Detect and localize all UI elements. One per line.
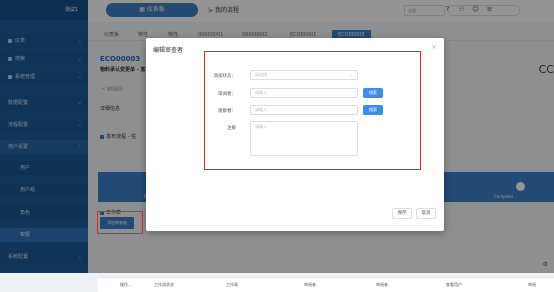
reviewer-search-button[interactable]: 搜索	[363, 88, 383, 98]
save-button[interactable]: 保存	[392, 208, 412, 219]
close-icon[interactable]: ×	[431, 43, 437, 51]
note-textarea[interactable]: 请输入	[250, 121, 358, 156]
cancel-button[interactable]: 取消	[416, 208, 436, 219]
grid-header-cell[interactable]: 查看用户	[446, 282, 462, 288]
reviewer-label: 审阅者：	[218, 92, 236, 97]
dialog-title: 编辑审查者	[153, 47, 184, 54]
grid-header-cell[interactable]: 审阅者	[376, 282, 388, 288]
edit-reviewer-dialog: 编辑审查者 × 添加状态： 请选择 ⌄ 审阅者： 请输入 搜索 观察者： 请输入 …	[146, 38, 444, 231]
status-select[interactable]: 请选择 ⌄	[250, 70, 358, 80]
status-label: 添加状态：	[213, 74, 237, 79]
observer-input[interactable]: 请输入	[250, 105, 358, 115]
observer-search-button[interactable]: 搜索	[363, 105, 383, 115]
chevron-down-icon: ⌄	[349, 72, 353, 77]
reviewer-grid-header: 操作... 工作流状态 工作表 审阅者 审阅者 查看用户 审阅	[98, 277, 554, 292]
grid-header-cell[interactable]: 操作...	[120, 282, 132, 288]
observer-label: 观察者：	[218, 109, 236, 114]
grid-header-cell[interactable]: 审阅者	[304, 282, 316, 288]
reviewer-input[interactable]: 请输入	[250, 88, 358, 98]
grid-header-cell[interactable]: 工作表	[226, 282, 238, 288]
grid-header-cell[interactable]: 工作流状态	[154, 282, 174, 288]
grid-header-cell[interactable]: 审阅	[528, 282, 536, 288]
note-label: 注解	[227, 126, 236, 131]
highlight-box	[97, 211, 143, 234]
